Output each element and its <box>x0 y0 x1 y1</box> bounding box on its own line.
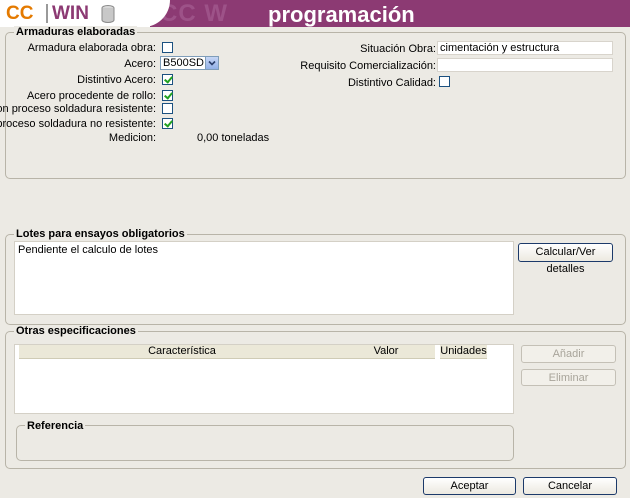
distintivo-calidad-label: Distintivo Calidad: <box>347 77 436 89</box>
referencia-title: Referencia <box>25 420 86 432</box>
column-header-valor[interactable]: Valor <box>337 345 435 359</box>
requisito-comercializacion-label: Requisito Comercialización: <box>300 60 436 72</box>
header-watermark: CC W <box>160 0 228 27</box>
header-title: programación <box>268 2 415 27</box>
acero-rollo-checkbox[interactable] <box>162 90 173 101</box>
lotes-text: Pendiente el calculo de lotes <box>18 244 159 256</box>
lotes-textarea[interactable]: Pendiente el calculo de lotes <box>14 241 514 315</box>
logo-separator <box>46 4 48 23</box>
especificaciones-table[interactable]: Característica Valor Unidades <box>14 344 514 414</box>
situacion-obra-label: Situación Obra: <box>360 43 436 55</box>
soldadura-no-resistente-checkbox[interactable] <box>162 118 173 129</box>
referencia-group: Referencia <box>16 420 514 461</box>
situacion-obra-field[interactable]: cimentación y estructura <box>437 41 613 55</box>
chevron-down-icon[interactable] <box>205 57 218 69</box>
armadura-elaborada-obra-checkbox[interactable] <box>162 42 173 53</box>
lotes-title: Lotes para ensayos obligatorios <box>14 228 187 240</box>
app-header: CC W programación CC WIN <box>0 0 630 27</box>
armadura-elaborada-obra-label: Armadura elaborada obra: <box>27 42 156 54</box>
armaduras-title: Armaduras elaboradas <box>14 26 138 38</box>
acero-label: Acero: <box>124 58 156 70</box>
logo-win-text: WIN <box>52 3 89 24</box>
requisito-comercializacion-field[interactable] <box>437 58 613 72</box>
column-header-unidades[interactable]: Unidades <box>440 345 487 359</box>
distintivo-calidad-checkbox[interactable] <box>439 76 450 87</box>
medicion-label: Medicion: <box>108 132 156 144</box>
acero-rollo-label: Acero procedente de rollo: <box>26 90 156 102</box>
database-icon <box>101 5 115 23</box>
acero-select-value: B500SD <box>163 57 204 69</box>
soldadura-resistente-checkbox[interactable] <box>162 103 173 114</box>
soldadura-no-resistente-label: Con proceso soldadura no resistente: <box>0 118 156 130</box>
acero-select[interactable]: B500SD <box>160 56 219 70</box>
distintivo-acero-label: Distintivo Acero: <box>77 74 156 86</box>
aceptar-button[interactable]: Aceptar <box>423 477 516 495</box>
distintivo-acero-checkbox[interactable] <box>162 74 173 85</box>
soldadura-resistente-label: Con proceso soldadura resistente: <box>0 103 156 115</box>
medicion-value: 0,00 toneladas <box>197 132 270 144</box>
otras-title: Otras especificaciones <box>14 325 138 337</box>
anadir-button[interactable]: Añadir <box>521 345 616 363</box>
calcular-ver-detalles-button[interactable]: Calcular/Ver detalles <box>518 243 613 275</box>
cancelar-button[interactable]: Cancelar <box>523 477 617 495</box>
eliminar-button[interactable]: Eliminar <box>521 369 616 386</box>
logo-cc-text: CC <box>6 3 34 24</box>
column-header-caracteristica[interactable]: Característica <box>19 345 345 359</box>
